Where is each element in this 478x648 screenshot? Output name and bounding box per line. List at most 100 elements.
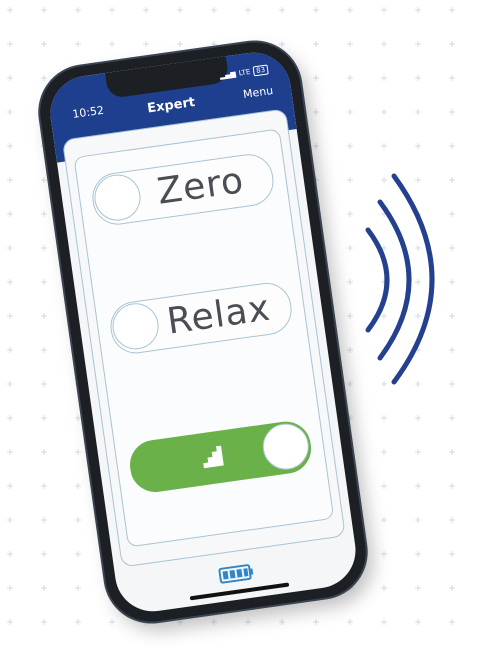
grid-plus-mark — [7, 279, 13, 285]
grid-plus-mark — [381, 449, 387, 455]
grid-plus-mark — [7, 585, 13, 591]
grid-plus-mark — [75, 585, 81, 591]
grid-plus-mark — [347, 347, 353, 353]
grid-plus-mark — [449, 619, 455, 625]
grid-plus-mark — [75, 415, 81, 421]
grid-plus-mark — [313, 619, 319, 625]
grid-plus-mark — [313, 41, 319, 47]
grid-plus-mark — [75, 449, 81, 455]
grid-plus-mark — [75, 41, 81, 47]
grid-plus-mark — [41, 585, 47, 591]
grid-plus-mark — [449, 415, 455, 421]
grid-plus-mark — [41, 551, 47, 557]
grid-plus-mark — [41, 483, 47, 489]
grid-plus-mark — [415, 585, 421, 591]
grid-plus-mark — [449, 585, 455, 591]
grid-plus-mark — [75, 483, 81, 489]
grid-plus-mark — [7, 75, 13, 81]
grid-plus-mark — [211, 619, 217, 625]
grid-plus-mark — [75, 517, 81, 523]
grid-plus-mark — [7, 551, 13, 557]
grid-plus-mark — [381, 551, 387, 557]
grid-plus-mark — [381, 517, 387, 523]
grid-plus-mark — [41, 279, 47, 285]
grid-plus-mark — [7, 41, 13, 47]
grid-plus-mark — [347, 177, 353, 183]
grid-plus-mark — [415, 551, 421, 557]
grid-plus-mark — [313, 109, 319, 115]
battery-full-icon — [218, 564, 254, 584]
content-card: Zero Relax — [61, 108, 346, 568]
wireless-signal-icon — [365, 173, 435, 385]
grid-plus-mark — [211, 41, 217, 47]
grid-plus-mark — [415, 41, 421, 47]
grid-plus-mark — [415, 449, 421, 455]
stairs-toggle-knob[interactable] — [259, 420, 312, 473]
grid-plus-mark — [7, 177, 13, 183]
grid-plus-mark — [347, 109, 353, 115]
grid-plus-mark — [7, 517, 13, 523]
grid-plus-mark — [347, 279, 353, 285]
relax-toggle-label: Relax — [164, 287, 274, 343]
grid-plus-mark — [7, 415, 13, 421]
network-label: LTE — [238, 67, 251, 78]
grid-plus-mark — [347, 381, 353, 387]
grid-plus-mark — [7, 245, 13, 251]
grid-plus-mark — [41, 619, 47, 625]
zero-toggle[interactable]: Zero — [89, 150, 277, 228]
grid-plus-mark — [41, 381, 47, 387]
grid-plus-mark — [279, 619, 285, 625]
stairs-icon — [203, 445, 224, 469]
grid-plus-mark — [381, 483, 387, 489]
grid-plus-mark — [7, 347, 13, 353]
grid-plus-mark — [415, 75, 421, 81]
grid-plus-mark — [449, 449, 455, 455]
grid-plus-mark — [347, 143, 353, 149]
grid-plus-mark — [415, 7, 421, 13]
grid-plus-mark — [75, 619, 81, 625]
grid-plus-mark — [313, 143, 319, 149]
grid-plus-mark — [347, 41, 353, 47]
grid-plus-mark — [449, 109, 455, 115]
grid-plus-mark — [7, 483, 13, 489]
grid-plus-mark — [245, 7, 251, 13]
grid-plus-mark — [381, 109, 387, 115]
grid-plus-mark — [415, 517, 421, 523]
grid-plus-mark — [41, 211, 47, 217]
battery-level: 83 — [252, 64, 269, 77]
grid-plus-mark — [41, 347, 47, 353]
grid-plus-mark — [381, 7, 387, 13]
grid-plus-mark — [7, 143, 13, 149]
grid-plus-mark — [347, 415, 353, 421]
grid-plus-mark — [449, 143, 455, 149]
relax-toggle[interactable]: Relax — [107, 279, 295, 357]
grid-plus-mark — [7, 211, 13, 217]
grid-plus-mark — [381, 143, 387, 149]
grid-plus-mark — [41, 313, 47, 319]
grid-plus-mark — [177, 7, 183, 13]
grid-plus-mark — [41, 449, 47, 455]
grid-plus-mark — [449, 75, 455, 81]
grid-plus-mark — [41, 7, 47, 13]
grid-plus-mark — [415, 143, 421, 149]
grid-plus-mark — [449, 41, 455, 47]
grid-plus-mark — [449, 7, 455, 13]
stairs-toggle[interactable] — [126, 418, 315, 496]
grid-plus-mark — [347, 619, 353, 625]
grid-plus-mark — [41, 41, 47, 47]
grid-plus-mark — [41, 245, 47, 251]
grid-plus-mark — [381, 75, 387, 81]
grid-plus-mark — [279, 7, 285, 13]
grid-plus-mark — [381, 41, 387, 47]
grid-plus-mark — [381, 585, 387, 591]
grid-plus-mark — [449, 483, 455, 489]
grid-plus-mark — [7, 7, 13, 13]
grid-plus-mark — [347, 245, 353, 251]
grid-plus-mark — [177, 41, 183, 47]
grid-plus-mark — [415, 619, 421, 625]
grid-plus-mark — [347, 7, 353, 13]
signal-bars-icon: ▂▄▆ — [219, 69, 237, 81]
zero-toggle-label: Zero — [154, 160, 247, 213]
grid-plus-mark — [109, 7, 115, 13]
grid-plus-mark — [75, 7, 81, 13]
